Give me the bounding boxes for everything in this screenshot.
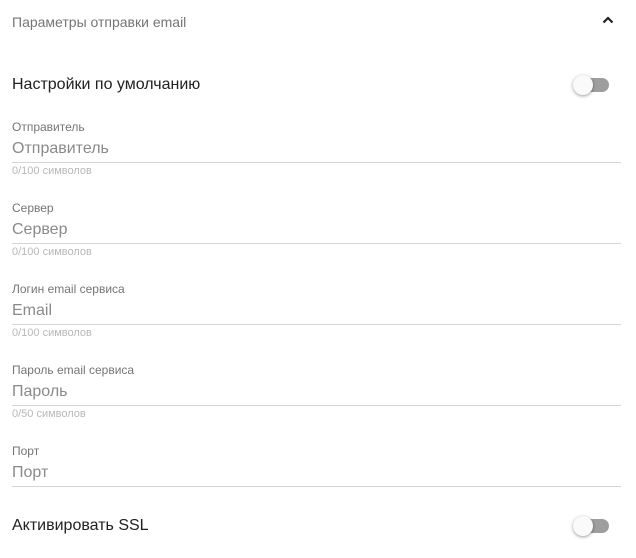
server-counter: 0/100 символов [12, 246, 92, 258]
section-title[interactable]: Параметры отправки email [12, 14, 186, 30]
password-label: Пароль email сервиса [12, 363, 135, 377]
password-counter: 0/50 символов [12, 408, 86, 420]
password-field: Пароль email сервиса 0/50 символов [12, 363, 621, 433]
password-input[interactable] [12, 379, 621, 406]
server-label: Сервер [12, 201, 54, 215]
login-field: Логин email сервиса 0/100 символов [12, 282, 621, 352]
chevron-up-icon[interactable] [600, 12, 616, 28]
server-input[interactable] [12, 217, 621, 244]
server-field: Сервер 0/100 символов [12, 201, 621, 271]
default-settings-toggle[interactable] [573, 75, 609, 95]
ssl-toggle[interactable] [573, 516, 609, 536]
port-field: Порт [12, 444, 621, 514]
port-label: Порт [12, 444, 40, 458]
sender-label: Отправитель [12, 120, 85, 134]
port-input[interactable] [12, 460, 621, 487]
default-settings-label: Настройки по умолчанию [12, 76, 201, 93]
sender-input[interactable] [12, 136, 621, 163]
login-label: Логин email сервиса [12, 282, 125, 296]
sender-counter: 0/100 символов [12, 165, 92, 177]
login-input[interactable] [12, 298, 621, 325]
ssl-label: Активировать SSL [12, 517, 149, 534]
sender-field: Отправитель 0/100 символов [12, 120, 621, 190]
login-counter: 0/100 символов [12, 327, 92, 339]
